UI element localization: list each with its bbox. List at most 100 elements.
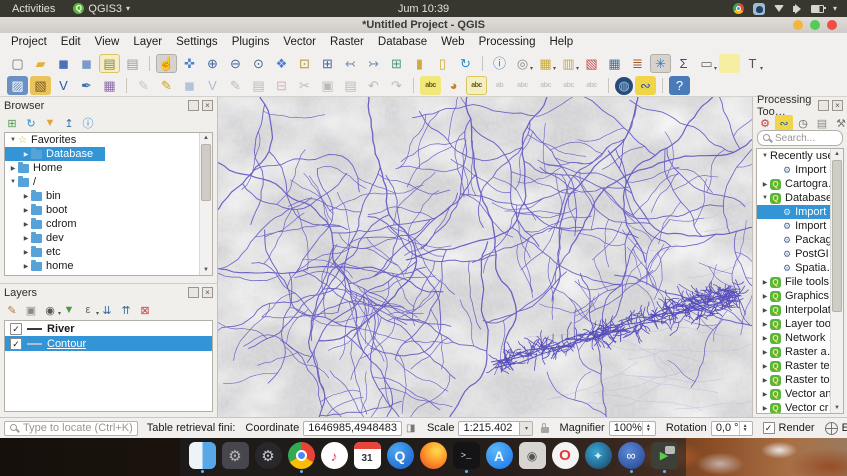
filter-legend-icon[interactable]: ▼ bbox=[60, 302, 78, 318]
render-checkbox[interactable]: ✓ Render bbox=[762, 422, 815, 434]
add-layer-icon[interactable]: ⊞ bbox=[3, 115, 21, 131]
layer-checkbox[interactable]: ✓ bbox=[10, 337, 22, 350]
expander-icon[interactable]: ▼ bbox=[760, 153, 770, 159]
close-button[interactable] bbox=[827, 20, 837, 30]
zoom-last-icon[interactable]: ↢ bbox=[340, 54, 361, 73]
browser-item-database[interactable]: ▶ Database bbox=[5, 147, 106, 161]
browser-item-dev[interactable]: ▶ dev bbox=[5, 231, 212, 245]
float-panel-icon[interactable] bbox=[188, 100, 199, 111]
collapse-all-icon[interactable]: ↥ bbox=[60, 115, 78, 131]
chrome-tray-icon[interactable] bbox=[732, 3, 744, 14]
add-group-icon[interactable]: ▣ bbox=[22, 302, 40, 318]
layer-labeling-icon[interactable]: abc bbox=[420, 76, 441, 95]
volume-icon[interactable] bbox=[792, 3, 801, 14]
browser-item-etc[interactable]: ▶ etc bbox=[5, 245, 212, 259]
text-annotation-icon[interactable]: T ▾ bbox=[742, 54, 763, 73]
expander-icon[interactable]: ▶ bbox=[760, 181, 770, 188]
browser-item-cdrom[interactable]: ▶ cdrom bbox=[5, 217, 212, 231]
expander-icon[interactable]: ▼ bbox=[8, 137, 18, 143]
spin-down-icon[interactable]: ▼ bbox=[743, 428, 748, 433]
expander-icon[interactable]: ▶ bbox=[760, 391, 770, 398]
filter-expression-icon[interactable]: ε ▾ bbox=[79, 302, 99, 318]
dock-finder[interactable] bbox=[188, 442, 216, 473]
coordinate-field[interactable]: 1646985,4948483 bbox=[303, 420, 402, 436]
zoom-out-icon[interactable]: ⊖ bbox=[225, 54, 246, 73]
new-spatialite-layer-icon[interactable]: ✒ bbox=[76, 76, 97, 95]
dock-system-settings[interactable]: ⚙ bbox=[221, 442, 249, 473]
new-project-icon[interactable]: ▢ bbox=[7, 54, 28, 73]
dock-firefox[interactable] bbox=[419, 442, 447, 473]
expander-icon[interactable]: ▶ bbox=[760, 293, 770, 300]
expander-icon[interactable]: ▶ bbox=[760, 335, 770, 342]
browser-item-bin[interactable]: ▶ bin bbox=[5, 189, 212, 203]
battery-icon[interactable] bbox=[810, 4, 826, 13]
statistics-icon[interactable]: Σ bbox=[673, 54, 694, 73]
close-panel-icon[interactable]: × bbox=[202, 100, 213, 111]
map-tips-icon[interactable] bbox=[719, 53, 740, 73]
dock-preferences[interactable]: ⚙ bbox=[254, 442, 282, 473]
history-icon[interactable]: ◷ bbox=[794, 115, 812, 131]
expander-icon[interactable]: ▶ bbox=[760, 307, 770, 314]
new-shapefile-layer-icon[interactable]: V bbox=[53, 76, 74, 95]
expander-icon[interactable]: ▶ bbox=[760, 349, 770, 356]
maximize-button[interactable] bbox=[810, 20, 820, 30]
scale-value-field[interactable]: 1:215.402 bbox=[458, 420, 521, 436]
pin-labels-icon[interactable]: abc bbox=[466, 76, 487, 95]
menu-vector[interactable]: Vector bbox=[276, 36, 323, 48]
browser-item-favorites[interactable]: ▼ ☆ Favorites bbox=[5, 133, 212, 147]
window-titlebar[interactable]: *Untitled Project - QGIS bbox=[0, 17, 847, 34]
open-project-icon[interactable]: ▰ bbox=[30, 54, 51, 73]
browser-item-root[interactable]: ▼ / bbox=[5, 175, 212, 189]
dock-qgis-map[interactable]: ▶ bbox=[650, 442, 678, 473]
scroll-up-icon[interactable]: ▲ bbox=[200, 133, 212, 143]
float-panel-icon[interactable] bbox=[818, 100, 829, 111]
menu-help[interactable]: Help bbox=[542, 36, 580, 48]
expander-icon[interactable]: ▶ bbox=[760, 377, 770, 384]
options-icon[interactable]: ⚒ bbox=[832, 115, 847, 131]
scroll-thumb[interactable] bbox=[201, 144, 211, 201]
layout-manager-icon[interactable]: ▤ bbox=[99, 53, 120, 73]
scroll-down-icon[interactable]: ▼ bbox=[200, 265, 212, 275]
close-panel-icon[interactable]: × bbox=[832, 100, 843, 111]
system-menu-caret-icon[interactable]: ▾ bbox=[833, 4, 837, 13]
dock-terminal[interactable]: >_ bbox=[452, 442, 480, 473]
dock-q-app[interactable]: Q bbox=[386, 442, 414, 473]
menu-web[interactable]: Web bbox=[434, 36, 471, 48]
expander-icon[interactable]: ▶ bbox=[21, 193, 31, 200]
dock-music[interactable]: ♪ bbox=[320, 442, 348, 473]
expander-icon[interactable]: ▶ bbox=[760, 363, 770, 370]
crs-badge[interactable]: EPSG:32652 bbox=[842, 422, 847, 434]
browser-item-boot[interactable]: ▶ boot bbox=[5, 203, 212, 217]
dock-calendar[interactable]: 31 bbox=[353, 442, 381, 473]
map-canvas[interactable] bbox=[218, 97, 752, 417]
dock-opera[interactable]: O bbox=[551, 442, 579, 473]
refresh-map-icon[interactable]: ↻ bbox=[455, 54, 476, 73]
dock-chrome[interactable] bbox=[287, 442, 315, 473]
menu-plugins[interactable]: Plugins bbox=[225, 36, 277, 48]
pan-to-selection-icon[interactable]: ✜ bbox=[179, 54, 200, 73]
close-panel-icon[interactable]: × bbox=[202, 287, 213, 298]
toggle-editing-icon[interactable]: ✎ bbox=[156, 76, 177, 95]
minimize-button[interactable] bbox=[793, 20, 803, 30]
zoom-next-icon[interactable]: ↣ bbox=[363, 54, 384, 73]
processing-toolbox-icon[interactable]: ✳ bbox=[650, 53, 671, 73]
select-by-value-icon[interactable]: ▥ ▾ bbox=[558, 54, 579, 73]
save-project-icon[interactable]: ◼ bbox=[53, 54, 74, 73]
browser-scrollbar[interactable]: ▲ ▼ bbox=[199, 133, 212, 275]
menu-processing[interactable]: Processing bbox=[472, 36, 543, 48]
postgres-tray-icon[interactable] bbox=[752, 2, 765, 15]
filter-browser-icon[interactable]: ▼ bbox=[41, 115, 59, 131]
locate-input[interactable]: Type to locate (Ctrl+K) bbox=[4, 420, 138, 436]
expander-icon[interactable]: ▶ bbox=[21, 151, 31, 158]
expander-icon[interactable]: ▶ bbox=[760, 321, 770, 328]
menu-raster[interactable]: Raster bbox=[323, 36, 371, 48]
expander-icon[interactable]: ▶ bbox=[21, 235, 31, 242]
field-calculator-icon[interactable]: ≣ bbox=[627, 54, 648, 73]
dock-shutter[interactable]: ✦ bbox=[584, 442, 612, 473]
wifi-icon[interactable] bbox=[773, 5, 784, 12]
menu-view[interactable]: View bbox=[88, 36, 127, 48]
scale-combobox[interactable]: 1:215.402 ▾ bbox=[458, 420, 534, 436]
results-viewer-icon[interactable]: ▤ bbox=[813, 115, 831, 131]
properties-widget-icon[interactable]: ⓘ bbox=[79, 115, 97, 131]
layer-styling-icon[interactable]: ◕ bbox=[443, 76, 464, 95]
